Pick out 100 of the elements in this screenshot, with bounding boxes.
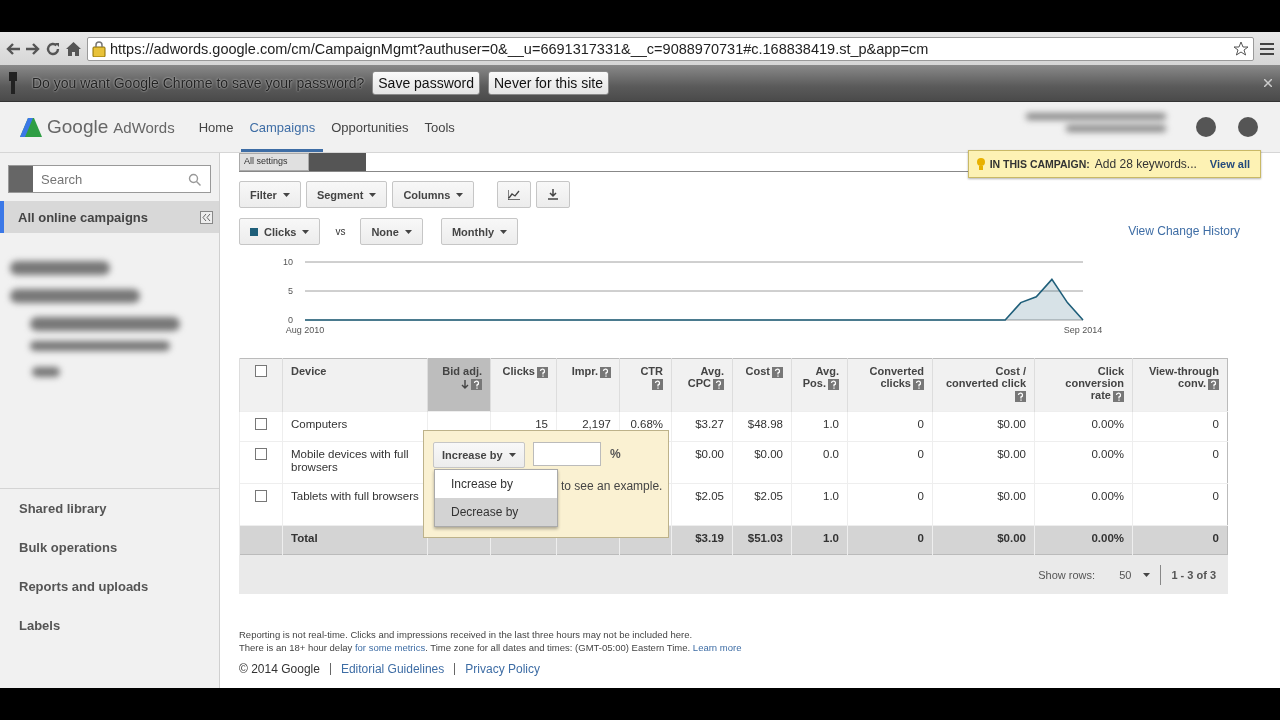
caret-icon xyxy=(1143,572,1151,577)
help-icon[interactable] xyxy=(913,378,924,390)
x-tick-label: Aug 2010 xyxy=(285,325,325,335)
learn-more-link[interactable]: Learn more xyxy=(692,642,742,653)
caret-icon xyxy=(456,192,464,197)
line-chart-icon xyxy=(508,189,521,200)
column-header[interactable]: CTR xyxy=(619,358,672,412)
footer-link[interactable]: Editorial Guidelines xyxy=(340,662,445,676)
period-dropdown[interactable]: Monthly xyxy=(440,218,519,245)
search-field[interactable]: Search xyxy=(8,165,211,193)
toolbar-dropdown[interactable]: Filter xyxy=(239,181,301,208)
sidebar-link[interactable]: Bulk operations xyxy=(0,528,219,567)
column-header[interactable]: View-through conv. xyxy=(1132,358,1228,412)
sidebar-link[interactable]: Labels xyxy=(0,606,219,645)
settings-tab[interactable]: All settings xyxy=(239,153,309,171)
menu-option[interactable]: Decrease by xyxy=(435,498,557,526)
logo-text: AdWords xyxy=(113,118,175,136)
search-icon[interactable] xyxy=(188,173,202,187)
example-hint: to see an example. xyxy=(561,479,663,493)
sort-arrow-icon[interactable] xyxy=(461,379,469,389)
column-header[interactable]: Device xyxy=(282,358,428,412)
menu-icon[interactable] xyxy=(1260,42,1274,55)
table-cell: $0.00 xyxy=(932,441,1035,484)
help-icon[interactable] xyxy=(1113,390,1124,402)
table-cell: 1.0 xyxy=(791,411,848,442)
help-icon[interactable] xyxy=(713,378,724,390)
y-tick-label: 0 xyxy=(288,315,293,325)
nav-tab[interactable]: Opportunities xyxy=(323,102,417,152)
reload-icon[interactable] xyxy=(46,41,60,56)
infobar-button[interactable]: Never for this site xyxy=(488,71,609,95)
nav-tab[interactable]: Home xyxy=(190,102,242,152)
vs-label: vs xyxy=(335,226,346,237)
help-icon[interactable] xyxy=(600,366,611,378)
table-cell: 0 xyxy=(1132,441,1228,484)
help-icon[interactable] xyxy=(537,366,548,378)
total-cell: $0.00 xyxy=(932,525,1035,555)
footer-link[interactable]: Privacy Policy xyxy=(465,662,540,676)
column-header[interactable]: Bid adj. xyxy=(427,358,491,412)
compare-metric-dropdown[interactable]: None xyxy=(360,218,423,245)
table-cell: $3.27 xyxy=(671,411,733,442)
infobar-message: Do you want Google Chrome to save your password? xyxy=(32,75,365,91)
download-icon xyxy=(548,189,559,200)
account-avatar-icon[interactable] xyxy=(1238,117,1258,137)
view-change-history-link[interactable]: View Change History xyxy=(1128,224,1240,238)
column-header[interactable]: Avg. Pos. xyxy=(791,358,848,412)
collapse-icon[interactable] xyxy=(200,210,213,224)
lock-warning-icon xyxy=(92,40,106,57)
sidebar-link[interactable]: Reports and uploads xyxy=(0,567,219,606)
rows-per-page-select[interactable]: 50 xyxy=(1119,568,1151,581)
total-cell: 0 xyxy=(847,525,933,555)
close-icon[interactable] xyxy=(1264,79,1272,87)
column-header[interactable]: Clicks xyxy=(490,358,557,412)
metric-dropdown[interactable]: Clicks xyxy=(239,218,321,245)
y-tick-label: 10 xyxy=(283,257,293,267)
table-cell: $0.00 xyxy=(671,441,733,484)
column-header[interactable]: Cost xyxy=(732,358,792,412)
notification-icon[interactable] xyxy=(1196,117,1216,137)
column-header[interactable]: Cost / converted click xyxy=(932,358,1035,412)
help-icon[interactable] xyxy=(828,378,839,390)
row-checkbox[interactable] xyxy=(255,448,267,460)
help-icon[interactable] xyxy=(1208,378,1219,390)
help-icon[interactable] xyxy=(1015,390,1026,402)
help-icon[interactable] xyxy=(652,378,663,390)
caret-icon xyxy=(282,192,290,197)
home-icon[interactable] xyxy=(66,41,81,56)
view-all-link[interactable]: View all xyxy=(1209,158,1250,170)
table-cell: $48.98 xyxy=(732,411,792,442)
adjustment-type-select[interactable]: Increase by xyxy=(433,442,525,468)
row-checkbox[interactable] xyxy=(255,418,267,430)
select-all-checkbox[interactable] xyxy=(255,365,267,377)
chart-toggle-button[interactable] xyxy=(497,181,532,208)
caret-icon xyxy=(369,192,377,197)
adwords-logo-icon xyxy=(20,116,42,138)
x-tick-label: Sep 2014 xyxy=(1063,325,1103,335)
help-icon[interactable] xyxy=(471,378,482,390)
table-cell: 0 xyxy=(1132,411,1228,442)
nav-tab[interactable]: Tools xyxy=(416,102,463,152)
column-header[interactable]: Click conversion rate xyxy=(1034,358,1133,412)
total-cell: 0 xyxy=(1132,525,1228,555)
column-header[interactable]: Impr. xyxy=(556,358,620,412)
column-header[interactable]: Converted clicks xyxy=(847,358,933,412)
toolbar-dropdown[interactable]: Columns xyxy=(392,181,475,208)
infobar-button[interactable]: Save password xyxy=(372,71,480,95)
table-cell: 0.00% xyxy=(1034,441,1133,484)
back-icon[interactable] xyxy=(6,42,20,55)
sidebar-link[interactable]: Shared library xyxy=(0,489,219,528)
key-icon xyxy=(8,72,18,94)
table-cell: 0.00% xyxy=(1034,411,1133,442)
column-header[interactable]: Avg. CPC xyxy=(671,358,733,412)
help-icon[interactable] xyxy=(772,366,783,378)
percent-input-field[interactable] xyxy=(533,442,601,466)
caret-icon xyxy=(500,229,508,234)
total-cell: $3.19 xyxy=(671,525,733,555)
toolbar-dropdown[interactable]: Segment xyxy=(305,181,388,208)
forward-icon[interactable] xyxy=(26,42,40,55)
row-checkbox[interactable] xyxy=(255,490,267,502)
star-icon[interactable] xyxy=(1233,40,1249,57)
download-button[interactable] xyxy=(536,181,571,208)
table-cell: 0 xyxy=(847,411,933,442)
menu-option[interactable]: Increase by xyxy=(435,470,557,498)
